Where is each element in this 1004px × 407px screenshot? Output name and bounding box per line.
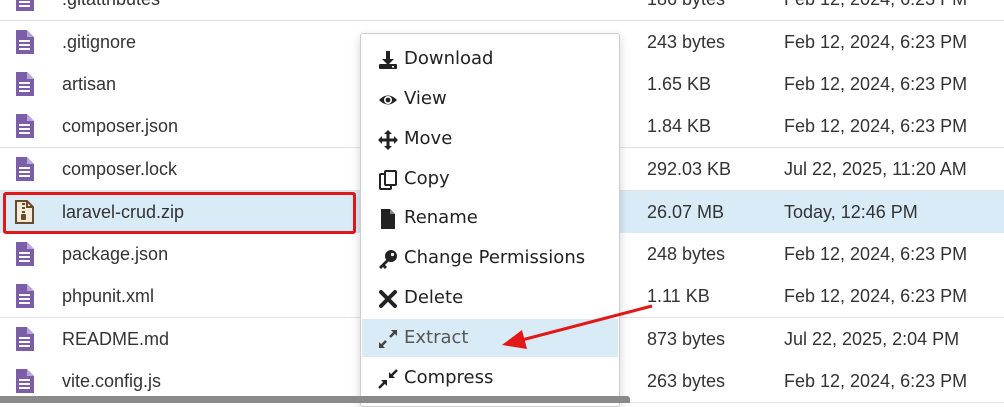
- file-size: 248 bytes: [647, 244, 726, 264]
- file-date: Feb 12, 2024, 6:23 PM: [784, 32, 968, 52]
- menu-item-label: View: [404, 88, 447, 109]
- file-size: 186 bytes: [647, 0, 725, 10]
- file-name[interactable]: artisan: [62, 74, 116, 95]
- menu-item-label: Change Permissions: [404, 247, 586, 268]
- menu-item-extract[interactable]: Extract: [362, 319, 618, 357]
- menu-item-label: Compress: [404, 367, 494, 388]
- file-size: 1.65 KB: [647, 74, 712, 94]
- menu-item-label: Download: [404, 48, 494, 69]
- file-name[interactable]: package.json: [62, 244, 168, 265]
- menu-item-label: Move: [404, 128, 453, 149]
- file-name[interactable]: README.md: [62, 329, 169, 350]
- eye-icon: [379, 95, 397, 105]
- file-icon: [16, 284, 34, 308]
- rename-icon: [381, 209, 395, 229]
- file-size: 26.07 MB: [647, 202, 725, 222]
- file-size: 243 bytes: [647, 32, 726, 52]
- file-name[interactable]: composer.lock: [62, 159, 177, 180]
- file-date: Feb 12, 2024, 6:23 PM: [784, 0, 967, 10]
- file-date: Jul 22, 2025, 2:04 PM: [784, 329, 960, 349]
- copy-icon: [379, 170, 397, 190]
- extract-icon: [379, 330, 397, 348]
- file-date: Today, 12:46 PM: [784, 202, 918, 222]
- file-icon: [16, 327, 34, 351]
- file-size: 1.11 KB: [647, 286, 710, 306]
- file-date: Feb 12, 2024, 6:23 PM: [784, 244, 968, 264]
- file-icon: [16, 369, 34, 393]
- file-date: Jul 22, 2025, 11:20 AM: [784, 159, 967, 179]
- menu-item-label: Copy: [404, 168, 450, 189]
- file-icon: [16, 242, 34, 266]
- download-icon: [379, 51, 397, 69]
- file-icon: [16, 157, 34, 181]
- menu-item-label: Rename: [404, 207, 478, 228]
- menu-item-rename[interactable]: Rename: [362, 199, 618, 237]
- file-date: Feb 12, 2024, 6:23 PM: [784, 116, 968, 136]
- menu-item-change-permissions[interactable]: Change Permissions: [362, 239, 618, 277]
- file-size: 263 bytes: [647, 371, 726, 391]
- file-size: 873 bytes: [647, 329, 726, 349]
- move-icon: [378, 130, 398, 150]
- file-size: 1.84 KB: [647, 116, 712, 136]
- annotation-highlight-box: [3, 192, 356, 234]
- horizontal-scrollbar[interactable]: [0, 396, 630, 403]
- file-name[interactable]: phpunit.xml: [62, 286, 154, 307]
- delete-icon: [379, 290, 397, 308]
- file-size: 292.03 KB: [647, 159, 732, 179]
- menu-item-view[interactable]: View: [362, 80, 618, 118]
- file-icon: [16, 30, 34, 54]
- context-menu: Download View Move Copy Rename Change Pe…: [360, 33, 620, 407]
- menu-item-download[interactable]: Download: [362, 40, 618, 78]
- menu-item-delete[interactable]: Delete: [362, 279, 618, 317]
- menu-item-compress[interactable]: Compress: [362, 359, 618, 397]
- file-date: Feb 12, 2024, 6:23 PM: [784, 74, 968, 94]
- file-date: Feb 12, 2024, 6:23 PM: [784, 286, 968, 306]
- file-name[interactable]: composer.json: [62, 116, 178, 137]
- menu-item-label: Delete: [404, 287, 464, 308]
- key-icon: [379, 250, 397, 269]
- file-name[interactable]: .gitignore: [62, 32, 136, 53]
- table-row[interactable]: .gitattributes 186 bytes Feb 12, 2024, 6…: [0, 0, 1004, 21]
- file-icon: [16, 0, 34, 11]
- file-icon: [16, 72, 34, 96]
- file-date: Feb 12, 2024, 6:23 PM: [784, 371, 968, 391]
- file-name[interactable]: .gitattributes: [62, 0, 160, 10]
- file-icon: [16, 114, 34, 138]
- menu-item-label: Extract: [404, 327, 469, 348]
- menu-item-copy[interactable]: Copy: [362, 160, 618, 198]
- compress-icon: [378, 369, 398, 389]
- file-name[interactable]: vite.config.js: [62, 371, 161, 392]
- menu-item-move[interactable]: Move: [362, 120, 618, 158]
